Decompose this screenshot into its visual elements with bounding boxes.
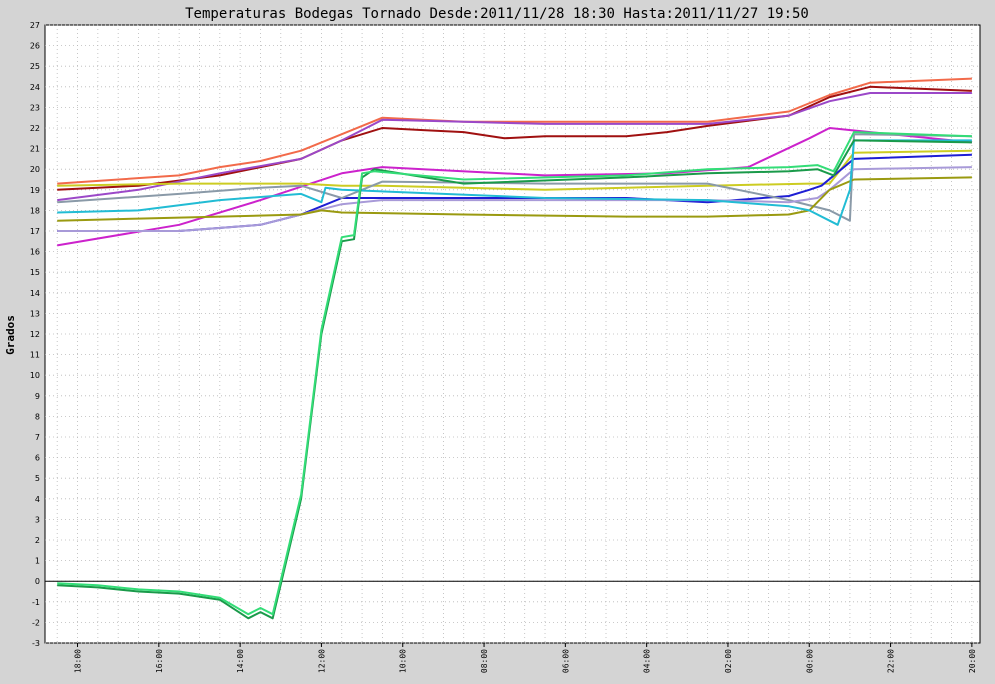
x-tick-label: 04:00 [643,649,652,673]
y-tick-label: -3 [32,639,40,648]
y-axis-label: Grados [4,315,17,355]
x-tick-label: 16:00 [155,649,164,673]
x-tick-label: 20:00 [968,649,977,673]
y-tick-label: 6 [35,454,40,463]
x-tick-label: 08:00 [480,649,489,673]
y-tick-label: 26 [30,42,40,51]
y-tick-label: 7 [35,433,40,442]
y-tick-label: 15 [30,268,40,277]
y-tick-label: 3 [35,515,40,524]
y-tick-label: 10 [30,371,40,380]
x-tick-label: 14:00 [236,649,245,673]
y-tick-label: 12 [30,330,40,339]
y-tick-label: 16 [30,248,40,257]
x-tick-label: 10:00 [399,649,408,673]
y-tick-label: 2 [35,536,40,545]
x-tick-label: 18:00 [74,649,83,673]
x-tick-label: 06:00 [561,649,570,673]
y-tick-label: 25 [30,62,40,71]
y-tick-label: 11 [30,351,40,360]
y-tick-label: 19 [30,186,40,195]
y-tick-label: 5 [35,474,40,483]
y-tick-label: 20 [30,165,40,174]
y-tick-label: 14 [30,289,40,298]
chart-title: Temperaturas Bodegas Tornado Desde:2011/… [185,6,809,22]
temperature-chart: Temperaturas Bodegas Tornado Desde:2011/… [0,0,995,684]
y-tick-label: 18 [30,206,40,215]
y-tick-label: 17 [30,227,40,236]
y-tick-label: -1 [32,598,40,607]
y-tick-label: 23 [30,103,40,112]
y-tick-label: 8 [35,412,40,421]
y-tick-label: 0 [35,577,40,586]
x-tick-label: 02:00 [724,649,733,673]
y-tick-label: 27 [30,21,40,30]
y-tick-label: 22 [30,124,40,133]
y-tick-label: 21 [30,145,40,154]
y-tick-label: 13 [30,309,40,318]
x-tick-label: 00:00 [805,649,814,673]
x-tick-label: 22:00 [887,649,896,673]
y-tick-label: -2 [32,618,40,627]
y-tick-label: 1 [35,557,40,566]
x-tick-label: 12:00 [317,649,326,673]
y-tick-label: 4 [35,495,40,504]
y-tick-label: 9 [35,392,40,401]
y-tick-label: 24 [30,83,40,92]
